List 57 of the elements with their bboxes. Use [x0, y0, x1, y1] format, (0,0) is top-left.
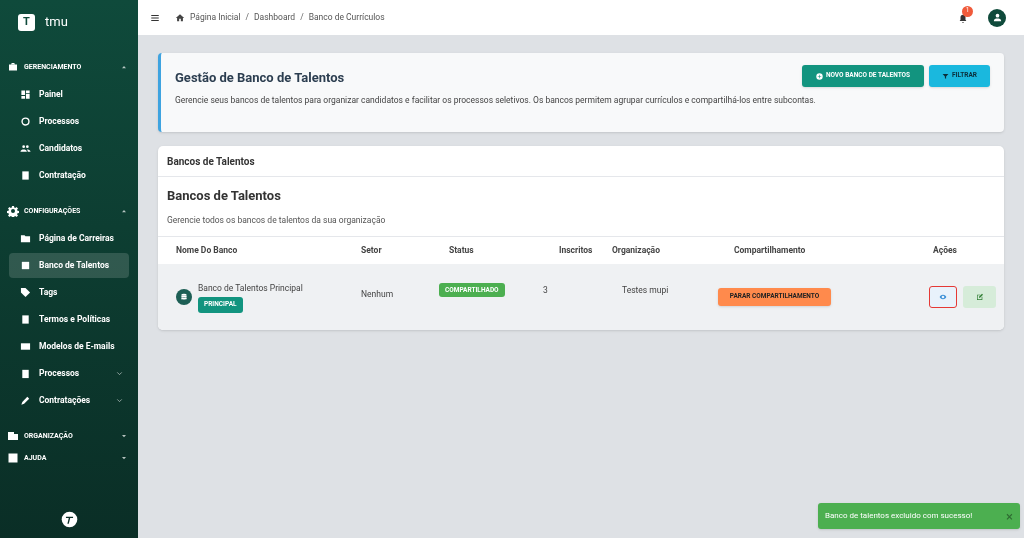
logo-icon [60, 511, 78, 528]
breadcrumb-separator: / [245, 11, 249, 24]
column-header: Ações [932, 244, 958, 258]
sidebar-item[interactable]: Termos e Políticas [9, 307, 129, 332]
page-title: Gestão de Banco de Talentos [175, 69, 345, 87]
menu-icon [150, 12, 160, 23]
sidebar-item[interactable]: Banco de Talentos [9, 253, 129, 278]
user-icon [991, 12, 1003, 23]
pencil-icon [20, 395, 31, 406]
sidebar-item[interactable]: Contratações [9, 388, 129, 413]
sidebar-item[interactable]: Tags [9, 280, 129, 305]
breadcrumb-link[interactable]: Dashboard [254, 11, 296, 24]
settings-icon [7, 205, 19, 217]
sidebar-item[interactable]: Painel [9, 82, 129, 107]
description-text: Gerencie seus bancos de talentos para organizar candidatos e facilitar os processos seletivos. Os bancos permitem agrupar currículos e compartilhá-los entre subcontas. [175, 93, 817, 107]
eye-icon [939, 293, 947, 302]
column-header: Organização [611, 244, 661, 258]
home-icon [175, 12, 185, 23]
edit-button[interactable] [963, 286, 996, 309]
table-cell: Testes mupi [622, 285, 669, 296]
column-header: Status [448, 244, 475, 258]
table-cell: Banco de Talentos Principal [198, 282, 303, 295]
briefcase-icon [7, 61, 19, 73]
dashboard-icon [20, 89, 31, 100]
column-header: Nome Do Banco [175, 244, 239, 258]
panel-title: Bancos de Talentos [167, 154, 255, 169]
breadcrumb-link[interactable]: Banco de Currículos [308, 11, 385, 24]
edit-icon [975, 293, 984, 302]
sidebar-item[interactable]: Processos [9, 109, 129, 134]
document-icon [20, 314, 31, 325]
tag-icon [20, 287, 31, 298]
table-cell-text: Nenhum [361, 288, 395, 301]
sidebar-item[interactable]: Processos [9, 361, 129, 386]
avatar-button[interactable] [988, 8, 1006, 27]
column-header: Inscritos [558, 244, 594, 258]
brand-name: tmu [45, 13, 68, 32]
sidebar-item[interactable]: Modelos de E-mails [9, 334, 129, 359]
column-header: Compartilhamento [733, 244, 807, 258]
section-heading: Bancos de Talentos [167, 187, 282, 205]
plus-circle-icon [815, 72, 823, 80]
sidebar-item[interactable]: Contratação [9, 163, 129, 188]
breadcrumb-separator: / [300, 11, 304, 24]
table-cell: 3 [543, 285, 548, 296]
toast-message: Banco de talentos excluido com sucesso! [825, 510, 973, 522]
subtitle-text: Gerencie todos os bancos de talentos da sua organização [167, 213, 387, 227]
view-button[interactable] [929, 286, 957, 309]
breadcrumb-link[interactable]: Página Inicial [190, 11, 241, 24]
column-header: Setor [361, 244, 383, 258]
bell-icon [958, 13, 968, 24]
sidebar-item[interactable]: Candidatos [9, 136, 129, 161]
sidebar-item[interactable]: Página de Carreiras [9, 226, 129, 251]
people-icon [20, 143, 31, 154]
filter-icon [942, 72, 949, 80]
folder-icon [20, 233, 31, 244]
document-icon [20, 170, 31, 181]
database-icon [176, 289, 192, 306]
logo-badge: T [18, 13, 35, 31]
